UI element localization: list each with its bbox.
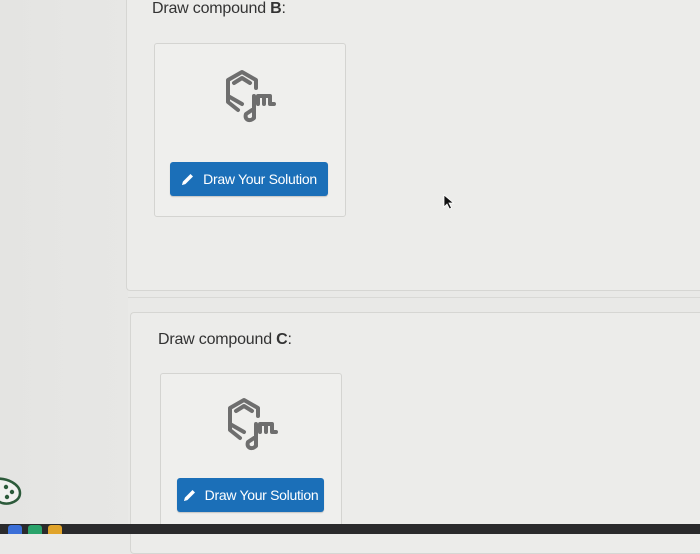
question-title-c: Draw compound C: bbox=[158, 331, 292, 348]
draw-solution-button-c[interactable]: Draw Your Solution bbox=[177, 478, 324, 512]
card-divider bbox=[128, 297, 700, 298]
left-gutter bbox=[0, 0, 128, 534]
pencil-icon bbox=[183, 490, 195, 501]
taskbar-app-icon[interactable] bbox=[8, 525, 22, 534]
draw-solution-label-b: Draw Your Solution bbox=[203, 171, 317, 187]
arrow-cursor-icon bbox=[443, 194, 455, 210]
molecule-draw-icon bbox=[226, 70, 276, 123]
draw-solution-button-b[interactable]: Draw Your Solution bbox=[170, 162, 328, 196]
molecule-draw-icon bbox=[228, 398, 278, 451]
taskbar-app-icon[interactable] bbox=[48, 525, 62, 534]
draw-solution-label-c: Draw Your Solution bbox=[204, 487, 319, 503]
taskbar-app-icon[interactable] bbox=[28, 525, 42, 534]
question-title-b: Draw compound B: bbox=[152, 0, 286, 17]
palette-icon[interactable] bbox=[0, 475, 24, 509]
pencil-icon bbox=[182, 174, 194, 185]
taskbar bbox=[0, 524, 700, 534]
